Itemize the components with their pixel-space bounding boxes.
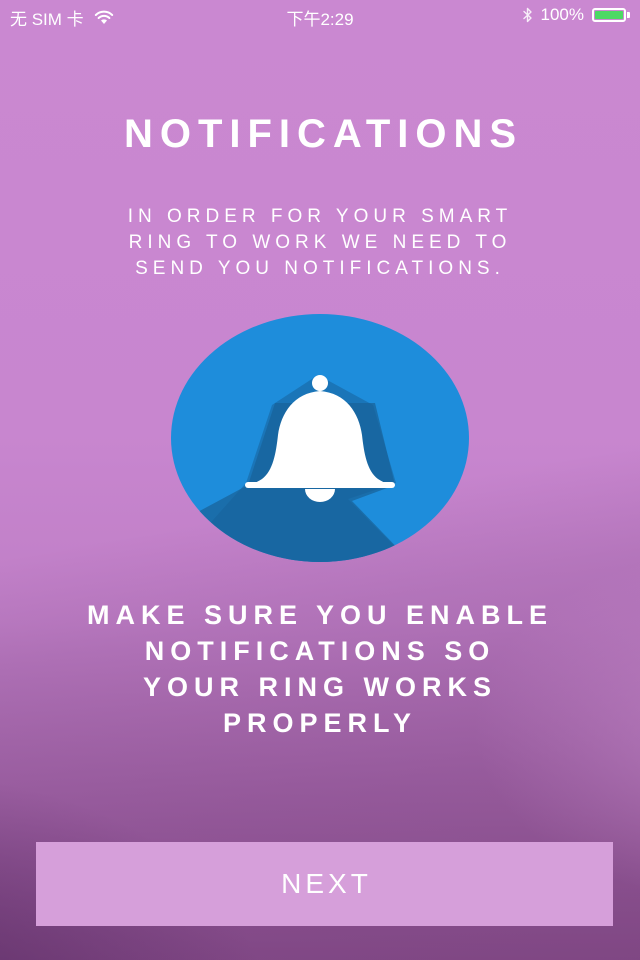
status-right: 100% xyxy=(522,5,630,25)
status-bar: 无 SIM 卡 下午2:29 100% xyxy=(0,0,640,30)
instruction-line: MAKE SURE YOU ENABLE xyxy=(86,600,554,630)
instruction-text: MAKE SURE YOU ENABLE NOTIFICATIONS SO YO… xyxy=(0,597,640,741)
intro-line: SEND YOU NOTIFICATIONS. xyxy=(135,258,505,279)
intro-line: IN ORDER FOR YOUR SMART xyxy=(127,206,513,227)
instruction-line: YOUR RING WORKS xyxy=(142,672,497,702)
bell-icon xyxy=(171,314,469,562)
intro-text: IN ORDER FOR YOUR SMART RING TO WORK WE … xyxy=(40,204,600,282)
battery-fill xyxy=(595,11,623,19)
bluetooth-icon xyxy=(522,7,533,23)
intro-line: RING TO WORK WE NEED TO xyxy=(128,232,512,253)
battery-body xyxy=(592,8,626,22)
instruction-line: NOTIFICATIONS SO xyxy=(144,636,496,666)
instruction-line: PROPERLY xyxy=(222,708,418,738)
onboarding-screen: 无 SIM 卡 下午2:29 100% NOTIFICATIONS IN ORD… xyxy=(0,0,640,960)
notification-illustration xyxy=(170,313,470,563)
battery-percent: 100% xyxy=(540,5,584,24)
next-button[interactable]: NEXT xyxy=(36,842,613,926)
battery-icon xyxy=(592,8,630,22)
page-title: NOTIFICATIONS xyxy=(123,112,524,156)
battery-tip xyxy=(627,12,630,18)
